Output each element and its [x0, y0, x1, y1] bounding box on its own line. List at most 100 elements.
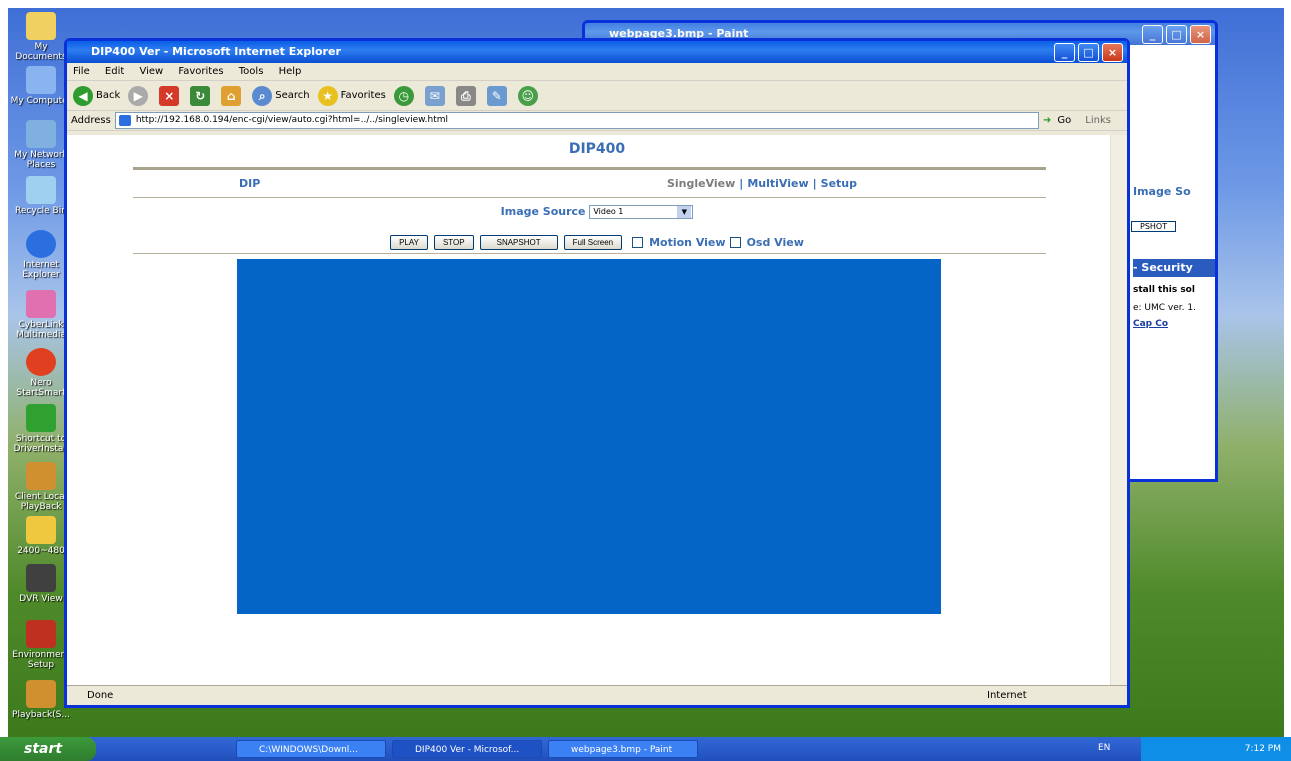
snapshot-button[interactable]: SNAPSHOT — [479, 235, 558, 250]
mail-button[interactable]: ✉ — [424, 85, 448, 106]
refresh-icon: ↻ — [190, 85, 211, 106]
refresh-button[interactable]: ↻ — [190, 85, 213, 106]
fullscreen-button[interactable]: Full Screen — [563, 235, 623, 250]
nav-multiview[interactable]: MultiView — [747, 177, 808, 190]
links-label[interactable]: Links — [1085, 115, 1111, 126]
menu-tools[interactable]: Tools — [239, 66, 264, 77]
nav-divider — [133, 197, 1046, 198]
forward-arrow-icon: ▶ — [128, 85, 149, 106]
status-zone: Internet — [987, 690, 1027, 701]
back-arrow-icon: ◀ — [73, 85, 93, 106]
menu-favorites[interactable]: Favorites — [178, 66, 223, 77]
history-icon: ◷ — [393, 85, 414, 106]
control-row: PLAY STOP SNAPSHOT Full Screen Motion Vi… — [67, 235, 1127, 250]
start-button[interactable]: start — [0, 737, 96, 761]
video-viewer[interactable] — [237, 259, 941, 614]
computer-icon — [26, 66, 56, 94]
favorites-button[interactable]: ★ Favorites — [317, 85, 386, 106]
page-content: DIP400 DIP SingleView | MultiView | Setup Im… — [67, 135, 1127, 685]
clock: 7:12 PM — [1244, 744, 1281, 754]
shortcut-icon — [26, 404, 56, 432]
print-icon: ⎙ — [455, 85, 476, 106]
setup-icon — [26, 620, 56, 648]
ie-toolbar: ◀ Back ▶ × ↻ ⌂ ⌕ Search ★ Favorites ◷ ✉ ⎙ ✎… — [67, 81, 1127, 111]
menu-view[interactable]: View — [139, 66, 163, 77]
behind-umc: e: UMC ver. 1. — [1133, 303, 1196, 313]
taskbar-item-paint[interactable]: webpage3.bmp - Paint — [548, 740, 698, 758]
nav-dip: DIP — [239, 177, 261, 190]
screen: My Documents My Computer My Network Plac… — [0, 0, 1291, 761]
behind-snapshot: PSHOT — [1131, 221, 1177, 232]
cyberlink-icon — [26, 290, 56, 318]
page-title: DIP400 — [568, 141, 626, 157]
nav-setup[interactable]: Setup — [821, 177, 857, 190]
title-divider — [133, 167, 1046, 170]
behind-capco: Cap Co — [1133, 319, 1169, 329]
vertical-scrollbar[interactable] — [1110, 135, 1127, 685]
behind-security: - Security — [1133, 259, 1215, 277]
behind-install: stall this sol — [1133, 285, 1195, 295]
folder-icon — [26, 516, 56, 544]
ie-titlebar[interactable]: DIP400 Ver - Microsoft Internet Explorer… — [67, 41, 1127, 63]
maximize-button[interactable]: □ — [1166, 25, 1187, 44]
print-button[interactable]: ⎙ — [455, 85, 479, 106]
stop-button[interactable]: STOP — [433, 235, 474, 250]
taskbar-item-ie[interactable]: DIP400 Ver - Microsof... — [392, 740, 542, 758]
image-source-row: Image Source Video 1 — [67, 205, 1127, 219]
minimize-button[interactable]: _ — [1142, 25, 1163, 44]
stop-button[interactable]: × — [159, 85, 182, 106]
folder-icon — [26, 12, 56, 40]
search-icon: ⌕ — [252, 85, 273, 106]
network-icon — [26, 120, 56, 148]
close-button[interactable]: × — [1190, 25, 1211, 44]
menu-file[interactable]: File — [73, 66, 90, 77]
motion-view-label: Motion View — [649, 236, 726, 249]
recycle-bin-icon — [26, 176, 56, 204]
osd-view-label: Osd View — [746, 236, 804, 249]
address-bar: Address http://192.168.0.194/enc-cgi/vie… — [67, 111, 1127, 131]
ie-title: DIP400 Ver - Microsoft Internet Explorer — [91, 45, 341, 58]
edit-icon: ✎ — [486, 85, 507, 106]
image-source-label: Image Source — [500, 205, 586, 218]
maximize-button[interactable]: □ — [1078, 43, 1099, 62]
mail-icon: ✉ — [424, 85, 445, 106]
motion-view-checkbox[interactable] — [632, 237, 644, 248]
controls-divider — [133, 253, 1046, 254]
messenger-button[interactable]: ☺ — [517, 85, 541, 106]
behind-image-source: Image So — [1133, 185, 1191, 198]
taskbar: start C:\WINDOWS\Downl... DIP400 Ver - M… — [0, 737, 1291, 761]
home-button[interactable]: ⌂ — [221, 85, 244, 106]
forward-button[interactable]: ▶ — [128, 85, 151, 106]
play-button[interactable]: PLAY — [390, 235, 428, 250]
nav-singleview[interactable]: SingleView — [667, 177, 735, 190]
stop-icon: × — [159, 85, 180, 106]
language-indicator[interactable]: EN — [1098, 743, 1110, 753]
back-button[interactable]: ◀ Back — [73, 85, 120, 106]
menu-help[interactable]: Help — [279, 66, 302, 77]
minimize-button[interactable]: _ — [1054, 43, 1075, 62]
desktop: My Documents My Computer My Network Plac… — [8, 8, 1284, 739]
search-button[interactable]: ⌕ Search — [252, 85, 310, 106]
history-button[interactable]: ◷ — [393, 85, 417, 106]
image-source-select[interactable]: Video 1 — [589, 205, 694, 219]
nero-icon — [26, 348, 56, 376]
address-label: Address — [71, 115, 111, 126]
playback-icon — [26, 462, 56, 490]
ie-window[interactable]: DIP400 Ver - Microsoft Internet Explorer… — [64, 38, 1130, 708]
home-icon: ⌂ — [221, 85, 242, 106]
status-done: Done — [87, 690, 114, 701]
status-bar: Done Internet — [67, 685, 1127, 705]
edit-button[interactable]: ✎ — [486, 85, 510, 106]
system-tray: 7:12 PM — [1141, 737, 1291, 761]
dvr-icon — [26, 564, 56, 592]
taskbar-item-explorer[interactable]: C:\WINDOWS\Downl... — [236, 740, 386, 758]
menu-bar: File Edit View Favorites Tools Help — [67, 63, 1127, 81]
star-icon: ★ — [317, 85, 338, 106]
menu-edit[interactable]: Edit — [105, 66, 124, 77]
go-arrow-icon[interactable]: ➜ — [1043, 115, 1051, 126]
address-input[interactable]: http://192.168.0.194/enc-cgi/view/auto.c… — [114, 112, 1040, 129]
close-button[interactable]: × — [1102, 43, 1123, 62]
osd-view-checkbox[interactable] — [729, 237, 741, 248]
go-button[interactable]: Go — [1057, 115, 1071, 126]
messenger-icon: ☺ — [517, 85, 538, 106]
